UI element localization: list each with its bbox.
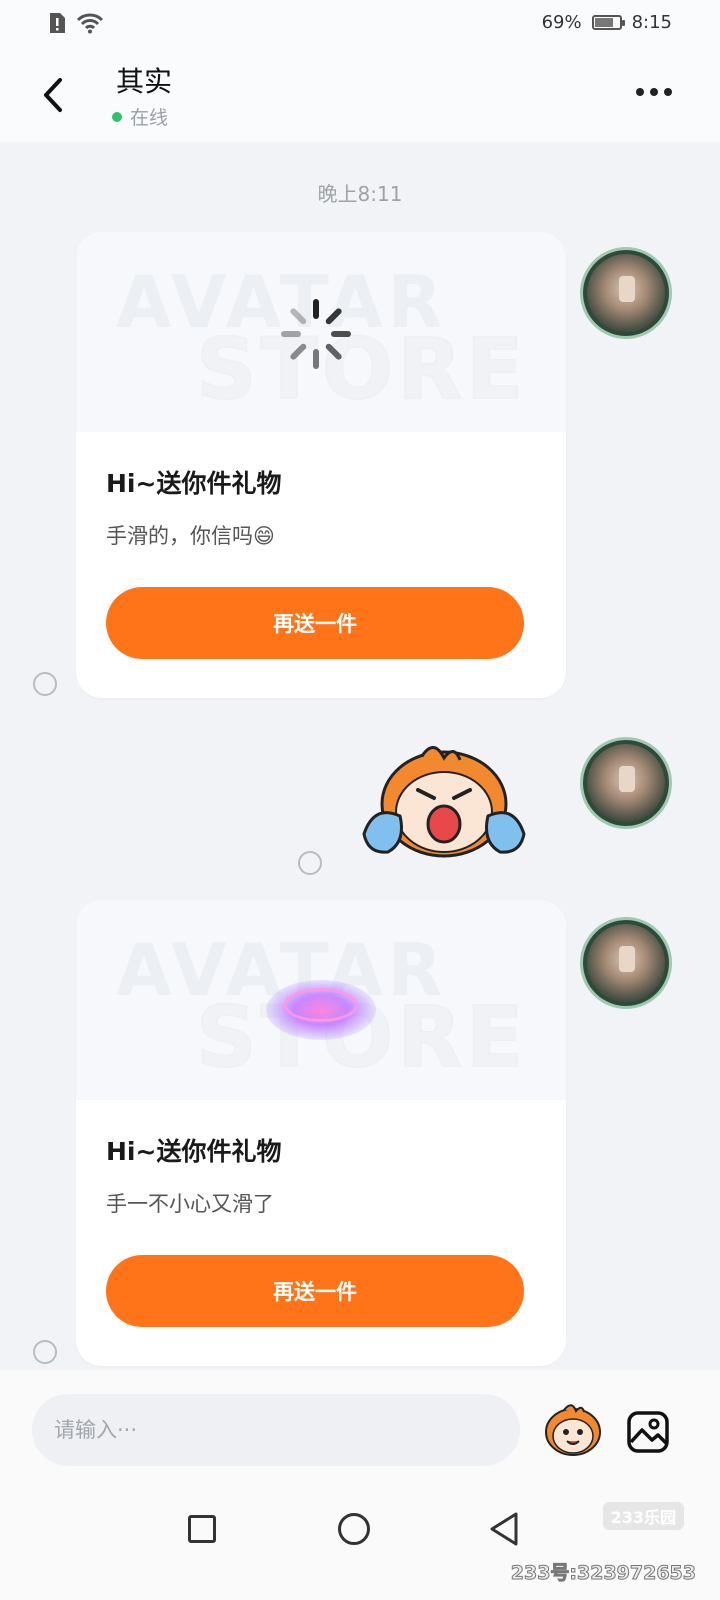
message-timestamp: 晚上8:11 [317,182,403,206]
chat-title: 其实 [116,65,173,98]
loading-spinner-icon [281,299,351,369]
status-time: 8:15 [631,12,672,33]
message-status-circle [298,851,322,875]
battery-icon [591,15,625,30]
gift-title: Hi~送你件礼物 [106,1137,282,1166]
system-nav-bar: 233乐园 233号:323972653 [0,1478,720,1600]
message-status-circle [33,1340,57,1364]
gift-card: AVATAR STORE Hi~送你件礼物 手一不小心又滑了 再送一件 [76,900,566,1366]
message-input[interactable] [32,1394,520,1466]
site-watermark-logo: 233乐园 [602,1502,684,1530]
recent-apps-button[interactable] [188,1515,216,1543]
message-input-bar [0,1370,720,1478]
gift-title: Hi~送你件礼物 [106,469,282,498]
gift-preview: AVATAR STORE [76,900,566,1100]
gift-preview: AVATAR STORE [76,232,566,432]
online-dot-icon [112,111,122,122]
sim-alert-icon [50,13,65,33]
store-watermark: STORE [195,319,528,419]
gift-message: 手一不小心又滑了 [106,1192,274,1216]
wifi-icon [76,13,104,34]
home-button[interactable] [338,1513,370,1545]
resend-gift-button[interactable]: 再送一件 [106,587,524,659]
resend-gift-button[interactable]: 再送一件 [106,1255,524,1327]
status-bar: 69% 8:15 [0,0,720,48]
gift-message: 手滑的，你信吗😄 [106,524,275,548]
presence-status: 在线 [112,103,168,130]
nav-back-icon[interactable] [488,1511,520,1547]
presence-label: 在线 [130,107,169,129]
avatar[interactable] [583,920,669,1006]
avatar[interactable] [583,740,669,826]
battery-percent: 69% [541,12,582,33]
avatar[interactable] [583,250,669,336]
gift-card: AVATAR STORE Hi~送你件礼物 手滑的，你信吗😄 再送一件 [76,232,566,698]
chat-header: 其实 在线 [0,48,720,142]
image-picker-icon[interactable] [626,1410,670,1454]
back-arrow-icon[interactable] [34,70,74,120]
more-options-icon[interactable] [636,88,672,96]
site-watermark-id: 233号:323972653 [510,1562,696,1585]
status-right: 69% 8:15 [542,12,672,33]
message-status-circle [33,672,57,696]
crying-mascot-sticker [362,746,526,858]
status-left-icons [48,12,104,34]
gift-effect-ring [284,988,358,1022]
emoji-sticker-icon[interactable] [542,1402,604,1458]
